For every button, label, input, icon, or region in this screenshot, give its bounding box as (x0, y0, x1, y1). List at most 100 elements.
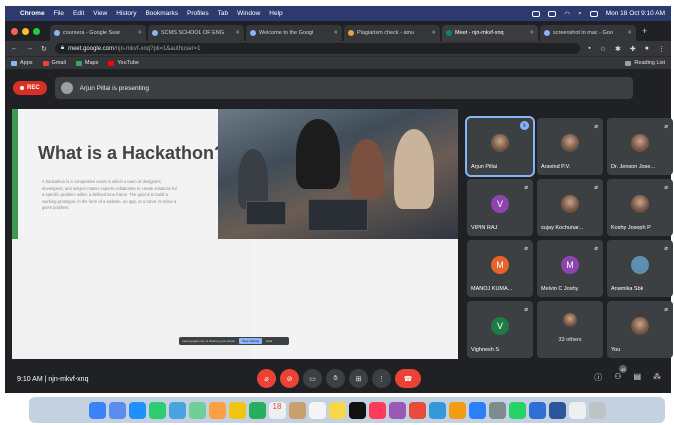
system-preferences-icon[interactable] (488, 401, 506, 419)
document-icon[interactable] (568, 401, 586, 419)
music-icon[interactable] (368, 401, 386, 419)
camera-icon[interactable]: ▪ (588, 45, 590, 53)
maps-icon[interactable] (188, 401, 206, 419)
menu-history[interactable]: History (116, 10, 136, 17)
participant-tile[interactable]: ⌀ sujay Kochunar... (537, 179, 603, 236)
menu-view[interactable]: View (93, 10, 107, 17)
chat-icon[interactable]: ▤ (633, 372, 641, 383)
menu-file[interactable]: File (54, 10, 64, 17)
battery-icon[interactable] (548, 10, 557, 17)
info-icon[interactable]: ⓘ (594, 372, 602, 383)
reload-icon[interactable]: ↻ (41, 45, 47, 53)
search-icon[interactable]: ⌕ (578, 10, 582, 18)
word-icon[interactable] (548, 401, 566, 419)
pages-icon[interactable] (448, 401, 466, 419)
menu-edit[interactable]: Edit (73, 10, 84, 17)
participant-tile[interactable]: ⌀ Dr. Jenson Jose... (607, 118, 673, 175)
chrome-icon[interactable] (228, 401, 246, 419)
notes-icon[interactable] (328, 401, 346, 419)
wifi-icon[interactable]: ◠ (564, 10, 570, 18)
captions-button[interactable]: ▭ (303, 369, 322, 388)
new-tab-button[interactable]: + (642, 26, 647, 36)
participant-tile[interactable]: ⌀ Aravind P.V. (537, 118, 603, 175)
bookmark-gmail[interactable]: Gmail (42, 60, 66, 66)
mic-toggle-button[interactable]: ⌀ (257, 369, 276, 388)
finder-icon[interactable] (88, 401, 106, 419)
address-bar[interactable]: 🔒︎ meet.google.com/njn-mkvf-xnq?pli=1&au… (54, 43, 581, 54)
mail-icon[interactable] (168, 401, 186, 419)
bookmark-apps[interactable]: Apps (11, 60, 33, 66)
menu-profiles[interactable]: Profiles (187, 10, 209, 17)
facetime-icon[interactable] (248, 401, 266, 419)
raise-hand-button[interactable]: ✋︎ (326, 369, 345, 388)
recording-badge[interactable]: REC (13, 81, 47, 95)
menu-window[interactable]: Window (237, 10, 260, 17)
puzzle-icon[interactable]: ✚ (630, 45, 636, 53)
stop-sharing-button[interactable]: Stop sharing (239, 338, 263, 344)
participant-tile[interactable]: ⌀ Koshy Joseph P (607, 179, 673, 236)
tab-screenshot[interactable]: screenshot in mac - Goo ✕ (540, 25, 636, 41)
tab-welcome[interactable]: Welcome to the Googl ✕ (246, 25, 342, 41)
close-icon[interactable]: ✕ (431, 30, 436, 36)
participant-tile[interactable]: ⦀ Arjun Pillai (465, 116, 535, 177)
launchpad-icon[interactable] (108, 401, 126, 419)
camera-toggle-button[interactable]: ⊘ (280, 369, 299, 388)
forward-icon[interactable]: → (26, 45, 33, 52)
podcasts-icon[interactable] (388, 401, 406, 419)
whatsapp-icon[interactable] (508, 401, 526, 419)
more-options-button[interactable]: ⋮ (372, 369, 391, 388)
tab-plagiarism[interactable]: Plagiarism check - amu ✕ (344, 25, 440, 41)
end-call-button[interactable]: ☎︎ (395, 369, 421, 388)
participant-tile[interactable]: ⌀ V Vighnesh S (467, 301, 533, 358)
messages-icon[interactable] (148, 401, 166, 419)
tab-meet[interactable]: Meet - njn-mkvf-xnq ✕ (442, 25, 538, 41)
menu-tab[interactable]: Tab (218, 10, 228, 17)
reminders-icon[interactable] (308, 401, 326, 419)
people-button[interactable]: ⚇ 45 (614, 365, 628, 383)
activities-icon[interactable]: ⁂ (653, 372, 661, 383)
participant-tile[interactable]: ⌀ Anamika Sbk (607, 240, 673, 297)
close-icon[interactable]: ✕ (235, 30, 240, 36)
photos-icon[interactable] (208, 401, 226, 419)
more-icon[interactable]: ⋮ (658, 45, 665, 53)
trash-icon[interactable] (588, 401, 606, 419)
bookmark-maps[interactable]: Maps (75, 60, 98, 66)
reading-list-button[interactable]: Reading List (625, 60, 665, 66)
close-window-button[interactable] (11, 27, 18, 35)
calendar-icon[interactable]: 18 (268, 401, 286, 419)
participant-tile[interactable]: ⌀ M MANOJ KUMA... (467, 240, 533, 297)
contacts-icon[interactable] (288, 401, 306, 419)
self-tile[interactable]: ⌀ You (607, 301, 673, 358)
tab-coursera[interactable]: coursera - Google Sear ✕ (50, 25, 146, 41)
present-button[interactable]: ⊞ (349, 369, 368, 388)
close-icon[interactable]: ✕ (333, 30, 338, 36)
tv-icon[interactable] (348, 401, 366, 419)
close-icon[interactable]: ✕ (627, 30, 632, 36)
menu-chrome[interactable]: Chrome (20, 10, 45, 17)
record-icon[interactable] (532, 10, 541, 17)
participant-tile[interactable]: ⌀ M Melvin C Joshy (537, 240, 603, 297)
close-icon[interactable]: ✕ (137, 30, 142, 36)
back-icon[interactable]: ← (11, 45, 18, 52)
safari-icon[interactable] (128, 401, 146, 419)
others-tile[interactable]: 33 others (537, 301, 603, 358)
extension-icon[interactable]: ✱ (615, 45, 621, 53)
profile-avatar[interactable]: ● (645, 45, 649, 53)
news-icon[interactable] (408, 401, 426, 419)
close-icon[interactable]: ✕ (529, 30, 534, 36)
edge-icon[interactable] (528, 401, 546, 419)
bookmark-youtube[interactable]: YouTube (108, 60, 139, 66)
datetime[interactable]: Mon 18 Oct 9:10 AM (606, 10, 665, 17)
control-center-icon[interactable] (589, 10, 598, 17)
menu-bookmarks[interactable]: Bookmarks (145, 10, 178, 17)
app-store-icon[interactable] (468, 401, 486, 419)
minimize-window-button[interactable] (22, 27, 29, 35)
participant-tile[interactable]: ⌀ V VIPIN RAJ (467, 179, 533, 236)
keynote-icon[interactable] (428, 401, 446, 419)
hide-toast-button[interactable]: Hide (266, 339, 272, 343)
star-icon[interactable]: ☆ (600, 45, 606, 53)
meet-window: REC Arjun Pillai is presenting What is a… (5, 69, 673, 393)
tab-scms[interactable]: SCMS SCHOOL OF ENG ✕ (148, 25, 244, 41)
menu-help[interactable]: Help (269, 10, 282, 17)
zoom-window-button[interactable] (33, 27, 40, 35)
